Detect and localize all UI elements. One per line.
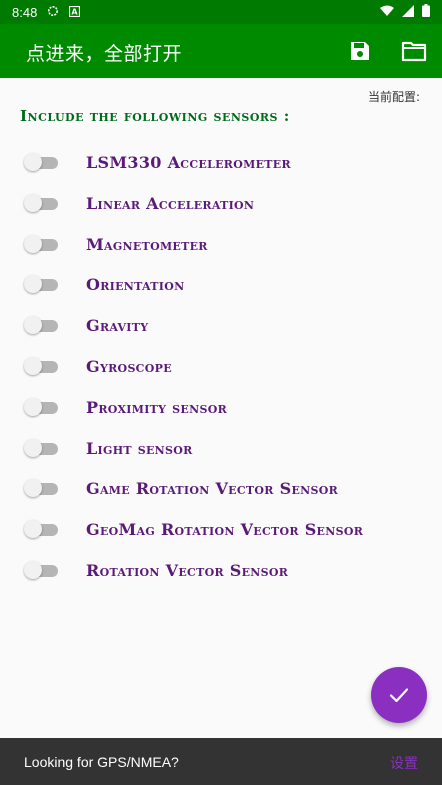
sensor-label: Proximity sensor (86, 397, 228, 417)
sensor-toggle[interactable] (24, 316, 58, 335)
sensor-row: Game Rotation Vector Sensor (0, 468, 442, 509)
a-notification-icon: A (69, 5, 81, 20)
sensor-label: Gravity (86, 316, 149, 336)
sensor-toggle[interactable] (24, 397, 58, 416)
wifi-icon (380, 5, 394, 20)
sensor-toggle[interactable] (24, 356, 58, 375)
sensor-label: GeoMag Rotation Vector Sensor (86, 520, 364, 540)
snackbar: Looking for GPS/NMEA? 设置 (0, 738, 442, 785)
sensor-list: LSM330 Accelerometer Linear Acceleration… (0, 142, 442, 591)
folder-icon[interactable] (400, 37, 428, 65)
sensor-toggle[interactable] (24, 479, 58, 498)
signal-icon (402, 4, 414, 20)
sensor-label: Gyroscope (86, 356, 172, 376)
status-bar: 8:48 A (0, 0, 442, 24)
section-title: Include the following sensors : (20, 107, 290, 125)
confirm-fab[interactable] (371, 667, 427, 723)
sensor-row: Gravity (0, 305, 442, 346)
settings-sync-icon (47, 5, 59, 20)
sensor-label: Magnetometer (86, 234, 208, 254)
sensor-label: Light sensor (86, 438, 193, 458)
snackbar-message: Looking for GPS/NMEA? (24, 754, 179, 770)
svg-text:A: A (72, 7, 79, 16)
sensor-label: Rotation Vector Sensor (86, 560, 289, 580)
sensor-row: LSM330 Accelerometer (0, 142, 442, 183)
sensor-toggle[interactable] (24, 153, 58, 171)
sensor-row: Orientation (0, 264, 442, 305)
sensor-row: Rotation Vector Sensor (0, 550, 442, 591)
battery-icon (422, 4, 430, 20)
sensor-label: Orientation (86, 275, 185, 295)
check-icon (389, 688, 409, 703)
sensor-label: Game Rotation Vector Sensor (86, 479, 339, 499)
current-config-label: 当前配置: (367, 90, 420, 104)
sensor-row: Linear Acceleration (0, 183, 442, 224)
sensor-label: LSM330 Accelerometer (86, 153, 291, 172)
sensor-label: Linear Acceleration (86, 193, 255, 213)
sensor-row: GeoMag Rotation Vector Sensor (0, 509, 442, 550)
status-time: 8:48 (12, 4, 38, 20)
snackbar-settings-button[interactable]: 设置 (390, 753, 418, 773)
save-icon[interactable] (346, 37, 374, 65)
status-left: 8:48 A (12, 4, 81, 20)
sensor-toggle[interactable] (24, 234, 58, 253)
sensor-toggle[interactable] (24, 275, 58, 294)
sensor-toggle[interactable] (24, 438, 58, 457)
status-right (380, 4, 430, 20)
app-bar: 点进来，全部打开 (0, 24, 442, 78)
sensor-row: Magnetometer (0, 224, 442, 265)
sensor-toggle[interactable] (24, 520, 58, 539)
app-title: 点进来，全部打开 (26, 43, 183, 65)
sensor-row: Gyroscope (0, 346, 442, 387)
sensor-row: Light sensor (0, 428, 442, 469)
sensor-row: Proximity sensor (0, 387, 442, 428)
sensor-toggle[interactable] (24, 560, 58, 579)
sensor-toggle[interactable] (24, 193, 58, 212)
